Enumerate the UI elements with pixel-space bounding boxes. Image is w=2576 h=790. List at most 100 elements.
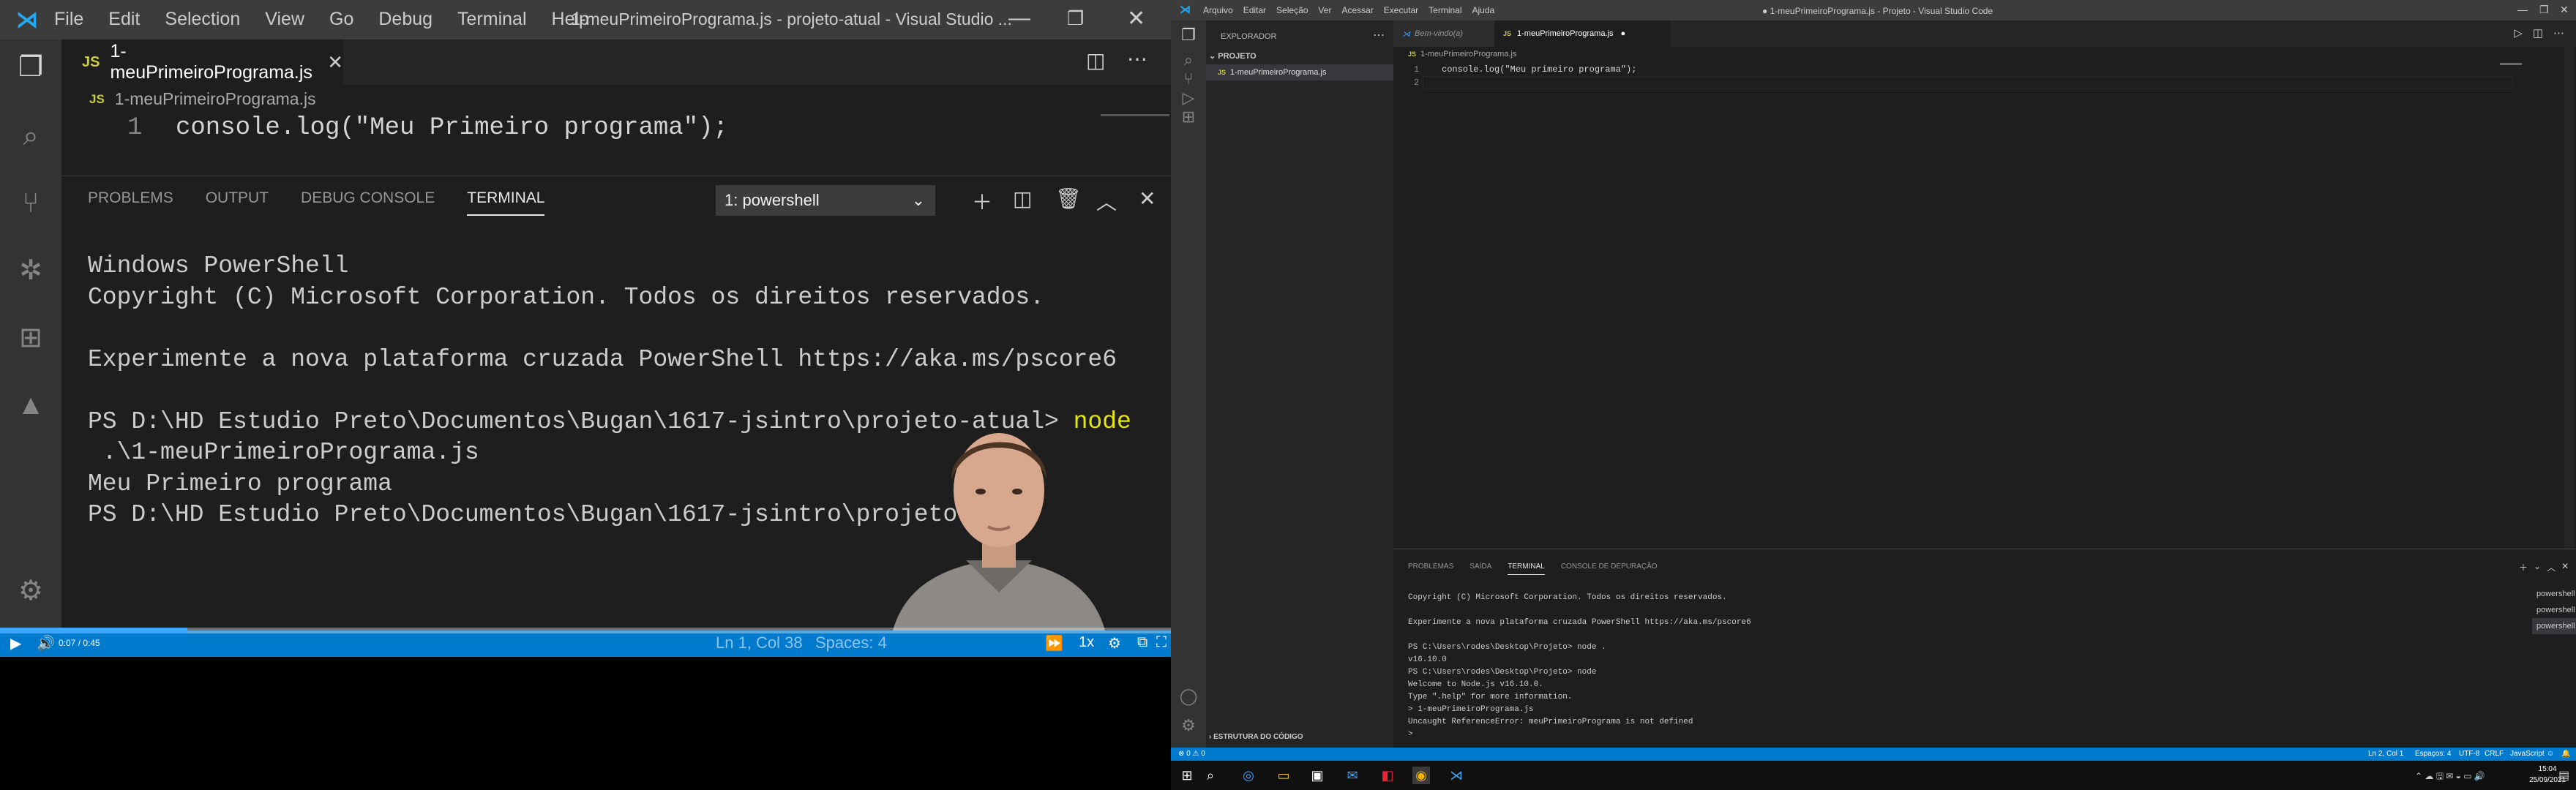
split-editor-icon[interactable]: ◫ xyxy=(1086,48,1105,72)
account-icon[interactable]: ◯ xyxy=(1178,686,1199,707)
explorer-icon[interactable]: ❐ xyxy=(13,50,48,85)
extensions-icon[interactable]: ⊞ xyxy=(1178,107,1199,127)
more-actions-icon[interactable]: ⋯ xyxy=(1127,47,1147,71)
more-actions-icon[interactable]: ⋯ xyxy=(1373,28,1385,42)
feedback-icon[interactable]: ☺ xyxy=(2547,750,2554,758)
pip-icon[interactable]: ⧉ xyxy=(1137,634,1147,651)
menu-executar[interactable]: Executar xyxy=(1384,5,1418,15)
file-explorer-icon[interactable]: ▭ xyxy=(1275,767,1292,784)
menu-editar[interactable]: Editar xyxy=(1243,5,1266,15)
tab-terminal[interactable]: TERMINAL xyxy=(1508,563,1545,575)
office-icon[interactable]: ◧ xyxy=(1379,767,1396,784)
chrome-icon[interactable]: ◉ xyxy=(1412,767,1430,784)
status-language[interactable]: JavaScript xyxy=(2510,750,2545,758)
tab-output[interactable]: OUTPUT xyxy=(206,189,269,216)
split-editor-icon[interactable]: ◫ xyxy=(2533,26,2543,40)
status-eol[interactable]: CRLF xyxy=(2485,750,2504,758)
menu-ver[interactable]: Ver xyxy=(1318,5,1331,15)
menu-file[interactable]: File xyxy=(54,9,83,30)
code-text[interactable]: console.log("Meu Primeiro programa"); xyxy=(176,114,728,142)
playback-speed[interactable]: 1x xyxy=(1079,634,1094,651)
explorer-file-item[interactable]: JS 1-meuPrimeiroPrograma.js xyxy=(1206,64,1393,80)
video-player[interactable]: ⋊ File Edit Selection View Go Debug Term… xyxy=(0,0,1171,790)
editor[interactable]: JS 1-meuPrimeiroPrograma.js 1 console.lo… xyxy=(1393,47,2576,549)
search-icon[interactable]: ⌕ xyxy=(1178,50,1199,70)
terminal-list-item[interactable]: powershell xyxy=(2532,602,2576,618)
store-icon[interactable]: ▣ xyxy=(1308,767,1326,784)
gear-icon[interactable]: ⚙ xyxy=(13,573,48,609)
settings-icon[interactable]: ⚙ xyxy=(1108,634,1121,652)
debug-icon[interactable]: ✲ xyxy=(13,253,48,288)
maximize-panel-icon[interactable]: ︿ xyxy=(1096,187,1117,216)
close-panel-icon[interactable]: ✕ xyxy=(1139,187,1156,211)
terminal-output[interactable]: Copyright (C) Microsoft Corporation. Tod… xyxy=(1408,592,1751,741)
minimize-icon[interactable]: — xyxy=(2517,4,2528,15)
run-debug-icon[interactable]: ▷ xyxy=(1178,88,1199,108)
unsaved-dot-icon[interactable]: ● xyxy=(1620,29,1625,38)
status-encoding[interactable]: UTF-8 xyxy=(2459,750,2479,758)
menu-debug[interactable]: Debug xyxy=(378,9,433,30)
menu-view[interactable]: View xyxy=(265,9,304,30)
source-control-icon[interactable]: ⑂ xyxy=(1178,69,1199,89)
extensions-icon[interactable]: ⊞ xyxy=(13,320,48,356)
outline-section[interactable]: › ESTRUTURA DO CÓDIGO xyxy=(1209,733,1303,741)
edge-icon[interactable]: ◎ xyxy=(1240,767,1257,784)
menu-ajuda[interactable]: Ajuda xyxy=(1472,5,1495,15)
minimap[interactable] xyxy=(2500,63,2522,65)
terminal-select[interactable]: 1: powershell ⌄ xyxy=(716,185,935,216)
azure-icon[interactable]: ▲ xyxy=(13,388,48,423)
menu-terminal[interactable]: Terminal xyxy=(1429,5,1461,15)
source-control-icon[interactable]: ⑂ xyxy=(13,186,48,221)
notification-icon[interactable]: ▤ xyxy=(2558,768,2569,783)
minimize-icon[interactable]: — xyxy=(1008,6,1030,31)
tab-problems[interactable]: PROBLEMS xyxy=(88,189,173,216)
breadcrumb-file[interactable]: 1-meuPrimeiroPrograma.js xyxy=(1420,50,1516,59)
status-position[interactable]: Ln 2, Col 1 xyxy=(2368,750,2403,758)
terminal-list-item[interactable]: powershell xyxy=(2532,618,2576,634)
new-terminal-icon[interactable]: ＋ xyxy=(972,187,992,216)
menu-selecao[interactable]: Seleção xyxy=(1276,5,1308,15)
code-line[interactable]: 1 console.log("Meu Primeiro programa"); xyxy=(61,114,1171,146)
menu-go[interactable]: Go xyxy=(329,9,353,30)
status-spaces[interactable]: Espaços: 4 xyxy=(2415,750,2451,758)
new-terminal-icon[interactable]: ＋ xyxy=(2519,561,2528,573)
run-icon[interactable]: ▷ xyxy=(2514,26,2523,40)
menu-acessar[interactable]: Acessar xyxy=(1341,5,1373,15)
tab-debug-console[interactable]: DEBUG CONSOLE xyxy=(301,189,435,216)
tab-welcome[interactable]: ⋊ Bem-vindo(a) xyxy=(1393,20,1494,47)
maximize-panel-icon[interactable]: ︿ xyxy=(2547,561,2556,573)
bell-icon[interactable]: 🔔 xyxy=(2561,750,2570,758)
more-actions-icon[interactable]: ⋯ xyxy=(2553,26,2564,40)
split-terminal-icon[interactable]: ◫ xyxy=(1013,187,1032,211)
system-tray[interactable]: ⌃ ☁ 🖫 ✉ ◒ ▭ 🔊 xyxy=(2415,770,2485,785)
tab-file[interactable]: JS 1-meuPrimeiroPrograma.js ● xyxy=(1494,20,1670,47)
status-problems[interactable]: ⊗ 0 ⚠ 0 xyxy=(1178,750,1205,758)
breadcrumb-file[interactable]: 1-meuPrimeiroPrograma.js xyxy=(115,89,316,109)
menu-edit[interactable]: Edit xyxy=(108,9,140,30)
menu-selection[interactable]: Selection xyxy=(165,9,240,30)
close-icon[interactable]: ✕ xyxy=(1127,6,1145,31)
fullscreen-icon[interactable]: ⛶ xyxy=(1156,634,1167,651)
tab-problems[interactable]: PROBLEMAS xyxy=(1408,563,1453,575)
chevron-down-icon[interactable]: ⌄ xyxy=(2534,561,2541,573)
search-icon[interactable]: ⌕ xyxy=(13,118,48,154)
explorer-icon[interactable]: ❐ xyxy=(1178,25,1199,45)
close-tab-icon[interactable]: ✕ xyxy=(327,51,343,74)
mail-icon[interactable]: ✉ xyxy=(1344,767,1361,784)
tab-debug-console[interactable]: CONSOLE DE DEPURAÇÃO xyxy=(1561,563,1658,575)
close-icon[interactable]: ✕ xyxy=(2560,4,2569,16)
minimap[interactable] xyxy=(1101,114,1169,116)
tab-output[interactable]: SAÍDA xyxy=(1469,563,1491,575)
restore-icon[interactable]: ❐ xyxy=(1067,7,1084,30)
restore-icon[interactable]: ❐ xyxy=(2539,4,2549,16)
volume-icon[interactable]: 🔊 xyxy=(37,634,55,652)
menu-arquivo[interactable]: Arquivo xyxy=(1203,5,1233,15)
scrollbar[interactable] xyxy=(2564,47,2575,549)
close-panel-icon[interactable]: ✕ xyxy=(2561,561,2569,573)
terminal-list-item[interactable]: powershell xyxy=(2532,586,2576,602)
vscode-taskbar-icon[interactable]: ⋊ xyxy=(1448,767,1465,784)
project-folder[interactable]: ⌄ PROJETO xyxy=(1209,51,1257,61)
tab-file[interactable]: JS 1-meuPrimeiroPrograma.js ✕ xyxy=(61,40,343,85)
editor[interactable]: JS 1-meuPrimeiroPrograma.js 1 console.lo… xyxy=(61,85,1171,176)
trash-icon[interactable]: 🗑 xyxy=(1055,187,1082,211)
